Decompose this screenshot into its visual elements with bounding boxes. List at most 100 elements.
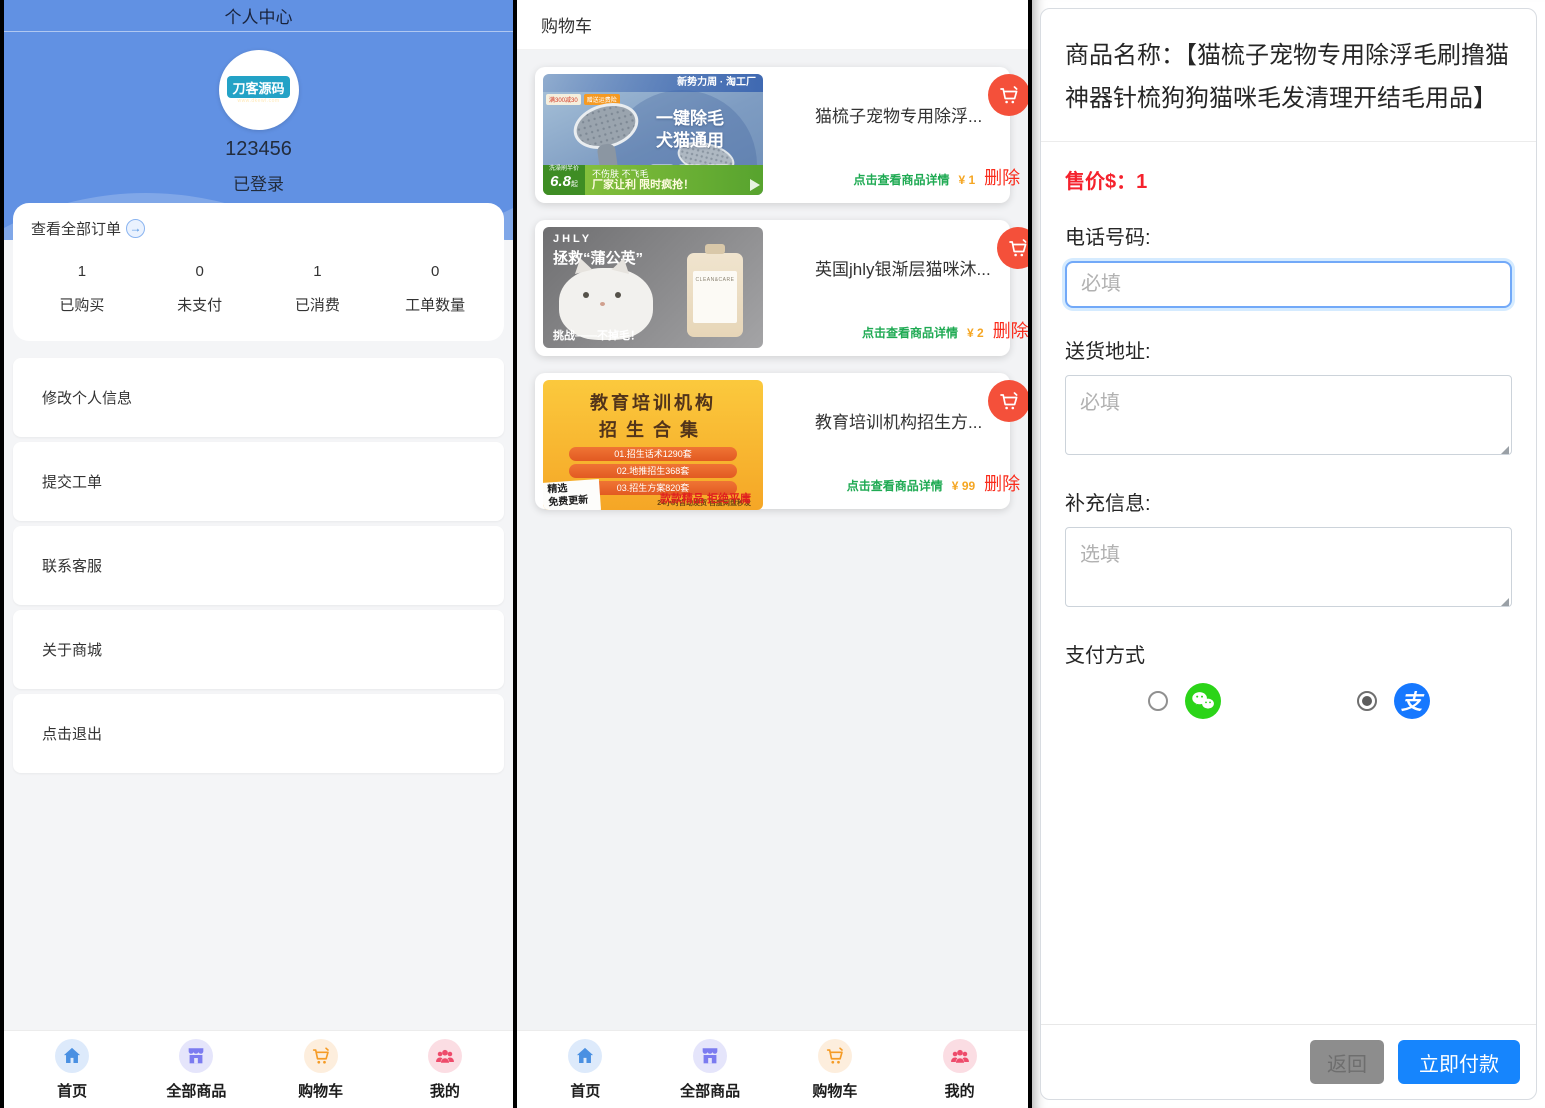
menu-item-label: 联系客服 [42, 555, 102, 576]
nav-label: 首页 [570, 1080, 600, 1101]
delete-button[interactable]: 删除 [984, 470, 1020, 496]
product-image[interactable]: 教育培训机构 招生合集 01.招生话术1290套 02.地推招生368套 03.… [543, 380, 763, 510]
profile-body: 查看全部订单 → 1 已购买 0 未支付 1 已消费 [4, 240, 513, 1030]
order-form: 售价$：1 电话号码: 送货地址: 补充信息: 支付方式 [1041, 142, 1536, 1024]
payment-option-alipay[interactable]: 支 [1357, 683, 1430, 719]
badge: 满300减30 [546, 94, 581, 105]
cart-icon [304, 1039, 338, 1073]
nav-item-mine[interactable]: 我的 [905, 1039, 1015, 1101]
headline-line: 一键除毛 [625, 108, 755, 130]
profile-panel: 个人中心 刀客源码 www.dkewl.com 123456 已登录 查看全部订… [4, 0, 513, 1108]
nav-item-home[interactable]: 首页 [530, 1039, 640, 1101]
item-price: ¥ 1 [958, 173, 975, 187]
image-title: 招生合集 [543, 416, 763, 442]
bottle-label: CLEAN&CARE [693, 271, 737, 323]
cart-item-actions: 点击查看商品详情 ¥ 1 删除 [853, 164, 1020, 190]
user-group-icon [428, 1039, 462, 1073]
nav-label: 全部商品 [680, 1080, 740, 1101]
menu-item-about-mall[interactable]: 关于商城 [13, 610, 504, 689]
cart-item[interactable]: 新势力周 · 淘工厂 满300减30 赠送运费险 一键除毛 犬猫通用 [535, 67, 1010, 203]
extra-info-textarea[interactable] [1065, 527, 1512, 607]
store-icon [693, 1039, 727, 1073]
stat-value: 1 [23, 263, 141, 280]
menu-item-logout[interactable]: 点击退出 [13, 694, 504, 773]
view-detail-link[interactable]: 点击查看商品详情 [862, 324, 958, 341]
stat-label: 未支付 [141, 294, 259, 315]
view-all-orders-link[interactable]: 查看全部订单 → [23, 218, 494, 239]
image-price-block: 洗澡刷半价6.8起 [543, 165, 585, 195]
cart-icon [818, 1039, 852, 1073]
menu-item-label: 关于商城 [42, 639, 102, 660]
product-image[interactable]: 新势力周 · 淘工厂 满300减30 赠送运费险 一键除毛 犬猫通用 [543, 74, 763, 195]
nav-item-mine[interactable]: 我的 [390, 1039, 500, 1101]
image-slogan: 款款精品 拒绝平庸 [660, 490, 751, 506]
menu-item-edit-profile[interactable]: 修改个人信息 [13, 358, 504, 437]
nav-item-all-products[interactable]: 全部商品 [141, 1039, 251, 1101]
nav-label: 我的 [430, 1080, 460, 1101]
order-card: 商品名称：【猫梳子宠物专用除浮毛刷撸猫神器针梳狗狗猫咪毛发清理开结毛用品】 售价… [1040, 8, 1537, 1100]
price-tag: 洗澡刷半价 [549, 166, 579, 173]
address-textarea[interactable] [1065, 375, 1512, 455]
nav-label: 购物车 [812, 1080, 857, 1101]
menu-item-submit-ticket[interactable]: 提交工单 [13, 442, 504, 521]
stat-value: 1 [259, 263, 377, 280]
view-detail-link[interactable]: 点击查看商品详情 [847, 477, 943, 494]
image-slogans: 不伤肤 不飞毛 厂家让利 限时疯抢！ [592, 169, 694, 192]
stat-value: 0 [141, 263, 259, 280]
page-title: 购物车 [541, 12, 592, 37]
cart-item-actions: 点击查看商品详情 ¥ 2 删除 [862, 317, 1028, 343]
order-panel: 商品名称：【猫梳子宠物专用除浮毛刷撸猫神器针梳狗狗猫咪毛发清理开结毛用品】 售价… [1032, 0, 1545, 1108]
phone-input[interactable] [1065, 261, 1512, 308]
orders-card: 查看全部订单 → 1 已购买 0 未支付 1 已消费 [13, 203, 504, 341]
delete-button[interactable]: 删除 [993, 317, 1028, 343]
nav-item-home[interactable]: 首页 [17, 1039, 127, 1101]
stat-label: 已购买 [23, 294, 141, 315]
nav-label: 首页 [57, 1080, 87, 1101]
payment-options: 支 [1065, 683, 1512, 719]
bottle-illustration: CLEAN&CARE [687, 253, 743, 337]
app: 个人中心 刀客源码 www.dkewl.com 123456 已登录 查看全部订… [0, 0, 1545, 1108]
list-bar: 01.招生话术1290套 [569, 447, 737, 461]
avatar: 刀客源码 www.dkewl.com [219, 50, 299, 130]
payment-option-wechat[interactable] [1148, 683, 1221, 719]
phone-label: 电话号码: [1065, 221, 1512, 250]
nav-label: 全部商品 [166, 1080, 226, 1101]
nav-label: 我的 [945, 1080, 975, 1101]
slogan-line: 不伤肤 不飞毛 [592, 169, 694, 179]
stats-row: 1 已购买 0 未支付 1 已消费 0 工单数量 [23, 263, 494, 315]
cart-item[interactable]: JHLY 拯救“蒲公英” CLEAN&CARE 挑战——不掉毛！ [535, 220, 1010, 356]
menu-item-contact-support[interactable]: 联系客服 [13, 526, 504, 605]
image-banner-text: 新势力周 · 淘工厂 [543, 74, 763, 92]
page-title: 个人中心 [225, 3, 293, 28]
slogan-line: 厂家让利 限时疯抢！ [592, 179, 694, 192]
price-big: 6.8 [550, 173, 571, 190]
cart-item-info: 猫梳子宠物专用除浮... 点击查看商品详情 ¥ 1 删除 [763, 74, 1026, 196]
payment-method-label: 支付方式 [1065, 639, 1512, 668]
bottom-nav: 首页 全部商品 购物车 我的 [4, 1030, 513, 1108]
back-button[interactable]: 返回 [1310, 1040, 1384, 1084]
pay-now-button[interactable]: 立即付款 [1398, 1040, 1520, 1084]
order-footer: 返回 立即付款 [1041, 1024, 1536, 1099]
nav-label: 购物车 [298, 1080, 343, 1101]
alipay-radio[interactable] [1357, 691, 1377, 711]
cart-item[interactable]: 教育培训机构 招生合集 01.招生话术1290套 02.地推招生368套 03.… [535, 373, 1010, 509]
nav-item-cart[interactable]: 购物车 [780, 1039, 890, 1101]
profile-header: 个人中心 [4, 0, 513, 32]
brand-text: JHLY [553, 233, 592, 245]
view-detail-link[interactable]: 点击查看商品详情 [853, 171, 949, 188]
nav-item-all-products[interactable]: 全部商品 [655, 1039, 765, 1101]
avatar-url: www.dkewl.com [237, 98, 279, 104]
product-image[interactable]: JHLY 拯救“蒲公英” CLEAN&CARE 挑战——不掉毛！ [543, 227, 763, 348]
wechat-radio[interactable] [1148, 691, 1168, 711]
cart-badge-icon [988, 380, 1028, 422]
item-price: ¥ 2 [967, 326, 984, 340]
menu-item-label: 修改个人信息 [42, 387, 132, 408]
delete-button[interactable]: 删除 [984, 164, 1020, 190]
cart-badge-icon [988, 74, 1028, 116]
home-icon [55, 1039, 89, 1073]
product-title: 教育培训机构招生方... [815, 408, 982, 433]
stat-tickets: 0 工单数量 [376, 263, 494, 315]
nav-item-cart[interactable]: 购物车 [266, 1039, 376, 1101]
play-arrow-icon [750, 179, 760, 191]
address-label: 送货地址: [1065, 335, 1512, 364]
